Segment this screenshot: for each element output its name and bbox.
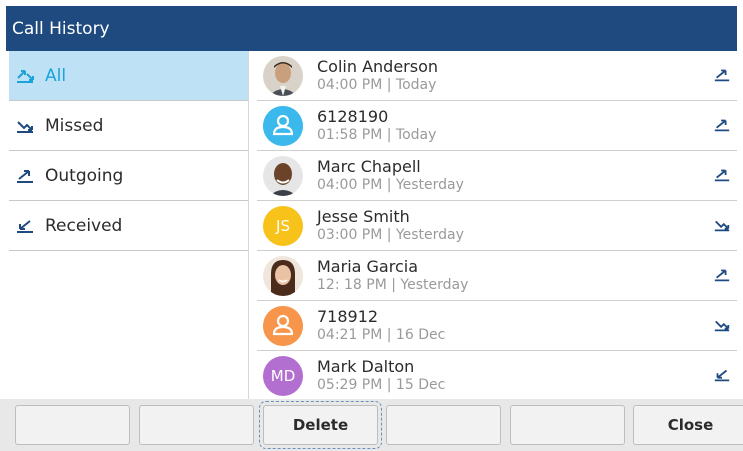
sidebar-item-label: Outgoing [45, 165, 124, 186]
all-calls-icon [15, 68, 37, 84]
softkey-4[interactable] [386, 405, 501, 445]
outgoing-call-icon [713, 67, 737, 85]
call-time: 01:58 PM | Today [317, 126, 437, 143]
missed-call-icon [713, 217, 737, 235]
received-call-icon [15, 218, 37, 234]
sidebar-item-missed[interactable]: Missed [9, 101, 248, 151]
avatar-initials-text: MD [270, 366, 296, 385]
call-time: 05:29 PM | 15 Dec [317, 376, 446, 393]
call-row[interactable]: Colin Anderson 04:00 PM | Today [257, 51, 737, 101]
generic-contact-icon [263, 105, 303, 146]
sidebar-item-label: All [45, 65, 67, 86]
softkey-bar: Delete Close [0, 399, 743, 451]
avatar-initials-text: JS [276, 216, 290, 235]
missed-call-icon [713, 317, 737, 335]
call-list: Colin Anderson 04:00 PM | Today 6128190 … [257, 51, 737, 399]
sidebar-item-label: Received [45, 215, 123, 236]
contact-name: Mark Dalton [317, 356, 415, 376]
call-time: 04:21 PM | 16 Dec [317, 326, 446, 343]
contact-name: Jesse Smith [317, 206, 410, 226]
filter-sidebar: All Missed Outgoing Received [9, 51, 249, 399]
avatar-initials: MD [263, 355, 303, 396]
call-time: 03:00 PM | Yesterday [317, 226, 464, 243]
call-row[interactable]: 6128190 01:58 PM | Today [257, 101, 737, 151]
title-bar: Call History [6, 6, 737, 51]
contact-name: Colin Anderson [317, 56, 439, 76]
avatar-initials: JS [263, 205, 303, 246]
softkey-1[interactable] [15, 405, 130, 445]
contact-name: Maria Garcia [317, 256, 418, 276]
outgoing-call-icon [713, 167, 737, 185]
call-row[interactable]: 718912 04:21 PM | 16 Dec [257, 301, 737, 351]
sidebar-item-outgoing[interactable]: Outgoing [9, 151, 248, 201]
contact-name: 6128190 [317, 106, 389, 126]
page-title: Call History [12, 18, 110, 39]
call-row[interactable]: Marc Chapell 04:00 PM | Yesterday [257, 151, 737, 201]
generic-contact-icon [263, 305, 303, 346]
delete-button[interactable]: Delete [259, 401, 382, 449]
contact-name: 718912 [317, 306, 379, 326]
call-row[interactable]: MD Mark Dalton 05:29 PM | 15 Dec [257, 351, 737, 399]
close-button[interactable]: Close [633, 405, 743, 445]
call-time: 04:00 PM | Yesterday [317, 176, 464, 193]
avatar [263, 155, 303, 196]
outgoing-call-icon [713, 117, 737, 135]
call-time: 12: 18 PM | Yesterday [317, 276, 469, 293]
call-history-screen: Call History All Missed Outgoing Receive… [0, 0, 743, 451]
call-row[interactable]: Maria Garcia 12: 18 PM | Yesterday [257, 251, 737, 301]
softkey-2[interactable] [139, 405, 254, 445]
received-call-icon [713, 367, 737, 385]
sidebar-item-all[interactable]: All [9, 51, 248, 101]
sidebar-item-label: Missed [45, 115, 104, 136]
sidebar-item-received[interactable]: Received [9, 201, 248, 251]
contact-name: Marc Chapell [317, 156, 421, 176]
outgoing-call-icon [713, 267, 737, 285]
softkey-5[interactable] [510, 405, 625, 445]
avatar [263, 55, 303, 96]
call-time: 04:00 PM | Today [317, 76, 437, 93]
outgoing-call-icon [15, 168, 37, 184]
call-row[interactable]: JS Jesse Smith 03:00 PM | Yesterday [257, 201, 737, 251]
avatar [263, 255, 303, 296]
missed-call-icon [15, 118, 37, 134]
